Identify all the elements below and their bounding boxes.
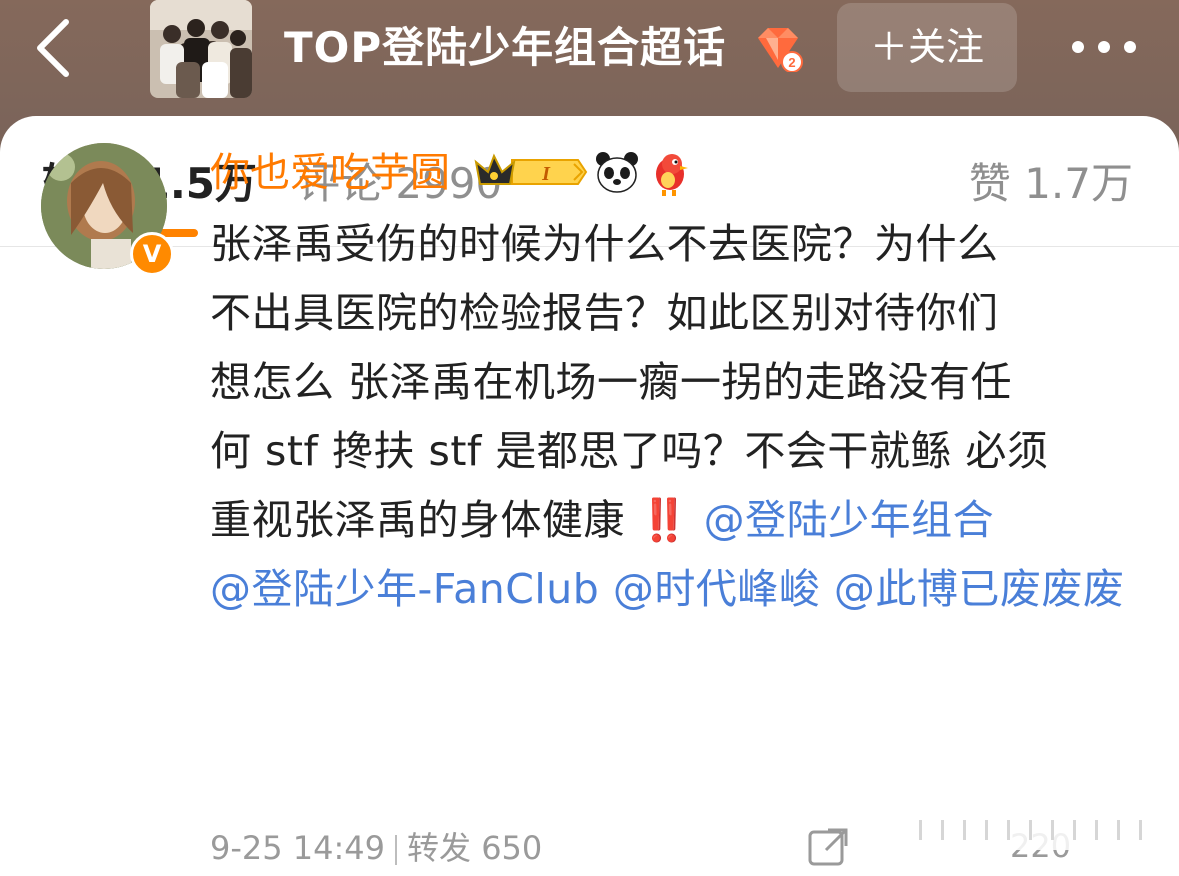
tab-like[interactable]: 赞 1.7万 <box>969 152 1133 216</box>
mention-link[interactable]: @此博已废废废 <box>834 565 1125 613</box>
panda-icon <box>594 150 640 194</box>
mention-link[interactable]: @登陆少年-FanClub <box>210 565 599 613</box>
username[interactable]: 你也爱吃芋圆 <box>210 148 450 198</box>
crown-member-badge-icon[interactable]: I <box>470 150 588 194</box>
post-line: 张泽禹受伤的时候为什么不去医院？为什么 <box>210 220 999 268</box>
diamond-level-badge-icon: 2 <box>752 24 804 73</box>
post-mentions: @登陆少年-FanClub @时代峰峻 @此博已废废废 <box>210 555 1140 624</box>
meta-divider <box>395 835 398 865</box>
share-icon[interactable] <box>806 826 850 866</box>
follow-button[interactable]: ＋关注 <box>837 3 1017 92</box>
svg-text:I: I <box>541 163 551 185</box>
double-exclamation-icon: ‼️ <box>638 496 691 544</box>
mascot-bird-icon <box>650 148 690 196</box>
svg-text:2: 2 <box>788 55 795 70</box>
group-photo-image <box>150 0 252 98</box>
post-line: 不出具医院的检验报告？如此区别对待你们 <box>210 289 999 337</box>
post-line: 重视张泽禹的身体健康 <box>210 496 639 544</box>
top-bar: TOP登陆少年组合超话 2 ＋关注 <box>0 0 1179 130</box>
post-line: 想怎么 张泽禹在机场一瘸一拐的走路没有任 <box>210 358 1013 406</box>
back-button[interactable] <box>22 12 86 84</box>
mention-link[interactable]: @时代峰峻 <box>613 565 821 613</box>
topic-title[interactable]: TOP登陆少年组合超话 <box>284 18 726 78</box>
post-line-last: 重视张泽禹的身体健康 ‼️ @登陆少年组合 <box>210 486 1140 555</box>
post-content: 张泽禹受伤的时候为什么不去医院？为什么 不出具医院的检验报告？如此区别对待你们 … <box>210 210 1140 624</box>
post-meta: 9-25 14:49 转发 650 <box>210 826 542 870</box>
verified-badge: V <box>130 232 174 276</box>
topic-thumbnail[interactable] <box>150 0 252 98</box>
post-timestamp: 9-25 14:49 <box>210 829 386 867</box>
more-dots-icon[interactable] <box>1064 26 1144 70</box>
post-repost-count[interactable]: 转发 650 <box>407 829 542 867</box>
mention-link[interactable]: @登陆少年组合 <box>704 496 995 544</box>
post-line: 何 stf 搀扶 stf 是都思了吗？不会干就鲧 必须 <box>210 427 1049 475</box>
chevron-left-icon <box>37 19 69 77</box>
watermark-overlay <box>879 810 1179 850</box>
